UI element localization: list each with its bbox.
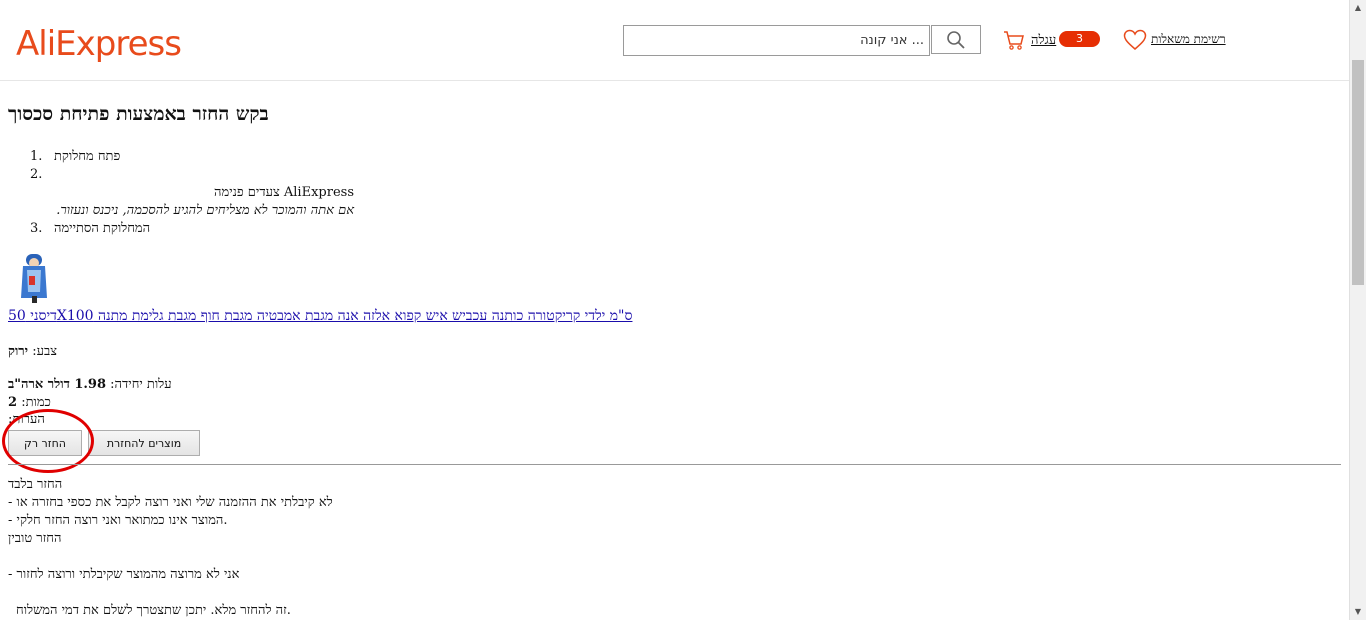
return-products-button[interactable]: מוצרים להחזרת (88, 430, 200, 456)
note-line: - אני לא מרוצה מהמוצר שקיבלתי ורוצה לחזו… (8, 567, 240, 582)
step-number: 2. (30, 167, 43, 182)
unit-cost-value: 1.98 דולר ארה"ב (8, 377, 107, 392)
note-line: החזר בלבד (8, 477, 63, 492)
cart-icon[interactable] (1003, 29, 1025, 51)
note-line: החזר טובין (8, 531, 62, 546)
step-item: 3. המחלוקת הסתיימה (30, 220, 370, 238)
note-line: - לא קיבלתי את ההזמנה שלי ואני רוצה לקבל… (8, 495, 333, 510)
scroll-thumb[interactable] (1352, 60, 1364, 285)
page-scrollbar[interactable]: ▲ ▼ (1349, 0, 1366, 620)
step-number: 1. (30, 149, 43, 164)
cart-count-badge: 3 (1059, 31, 1100, 47)
scroll-up-icon[interactable]: ▲ (1350, 0, 1366, 16)
step-detail: AliExpress צעדים פנימה (30, 184, 354, 202)
color-label: צבע: (32, 344, 58, 359)
step-detail-italic: אם אתה והמוכר לא מצליחים להגיע להסכמה, נ… (30, 202, 354, 220)
color-row: צבע: ירוק (8, 343, 57, 359)
divider (8, 464, 1341, 465)
quantity-value: 2 (8, 395, 18, 410)
unit-cost-row: עלות יחידה: 1.98 דולר ארה"ב (8, 376, 172, 392)
search-button[interactable] (931, 25, 981, 54)
product-title-link[interactable]: ס"מ ילדי קריקטורה כותנה עכביש איש קפוא א… (8, 308, 632, 325)
step-detail-line: AliExpress צעדים פנימה (214, 185, 354, 200)
step-item: 1. פתח מחלוקת (30, 148, 370, 166)
wishlist-link[interactable]: רשימת משאלות (1151, 32, 1226, 47)
refund-only-button[interactable]: החזר רק (8, 430, 82, 456)
notes-label: הערות: (8, 412, 45, 427)
scroll-down-icon[interactable]: ▼ (1350, 604, 1366, 620)
step-number: 3. (30, 221, 43, 236)
step-text: פתח מחלוקת (54, 149, 121, 164)
heart-icon[interactable] (1123, 29, 1147, 51)
step-detail-line: אם אתה והמוכר לא מצליחים להגיע להסכמה, נ… (56, 203, 354, 218)
note-line: - המוצר אינו כמתואר ואני רוצה החזר חלקי. (8, 513, 228, 528)
search-input[interactable] (623, 25, 930, 56)
step-item: 2. (30, 166, 370, 184)
note-line: זה להחזר מלא. יתכן שתצטרך לשלם את דמי המ… (16, 603, 291, 618)
dispute-steps-list: 1. פתח מחלוקת 2. AliExpress צעדים פנימה א… (30, 148, 370, 238)
quantity-row: כמות: 2 (8, 394, 51, 410)
search-icon (947, 30, 965, 49)
unit-cost-label: עלות יחידה: (110, 377, 172, 392)
cart-link[interactable]: עגלה (1031, 32, 1056, 48)
site-header: AliExpress עגלה 3 רשימת משאלות (0, 0, 1350, 81)
aliexpress-logo[interactable]: AliExpress (16, 24, 182, 64)
step-text: המחלוקת הסתיימה (54, 221, 151, 236)
product-thumbnail[interactable] (18, 252, 50, 304)
page-title: בקש החזר באמצעות פתיחת סכסוך (8, 103, 269, 125)
quantity-label: כמות: (21, 395, 51, 410)
color-value: ירוק (8, 344, 29, 359)
refund-options-text: החזר בלבד - לא קיבלתי את ההזמנה שלי ואני… (8, 476, 333, 620)
